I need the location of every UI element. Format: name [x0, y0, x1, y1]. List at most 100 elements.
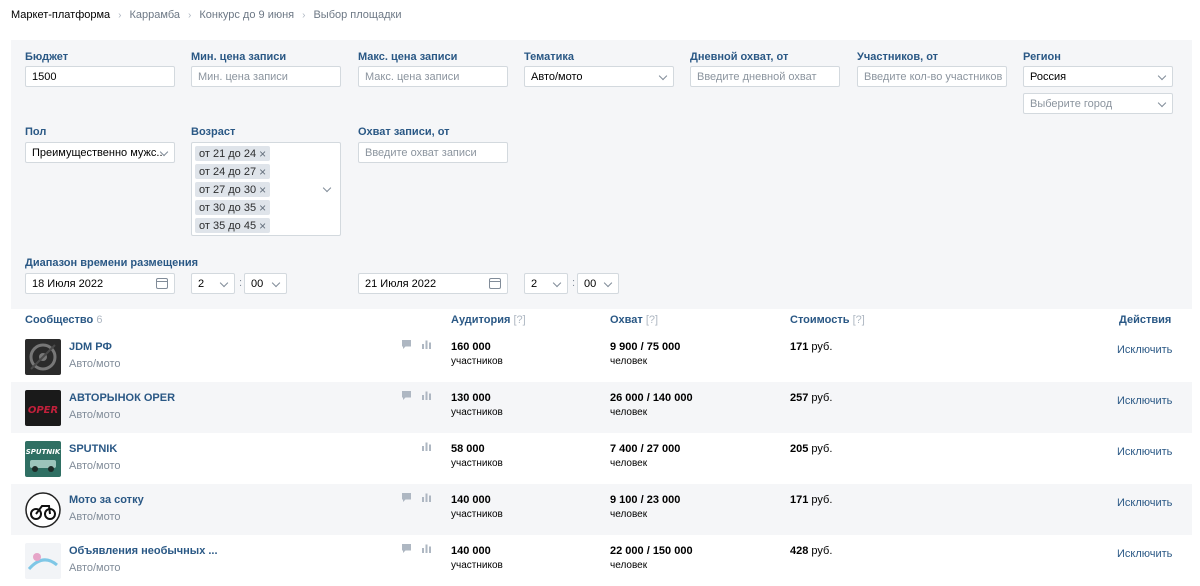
chevron-down-icon: [219, 278, 229, 288]
exclude-button[interactable]: Исключить: [1117, 497, 1172, 509]
age-tag[interactable]: от 30 до 35 ×: [195, 200, 271, 215]
breadcrumb-item-market[interactable]: Маркет-платформа: [11, 9, 110, 21]
comment-icon[interactable]: [401, 390, 412, 401]
community-avatar[interactable]: [25, 339, 61, 375]
reach-value: 26 000 / 140 000: [610, 392, 693, 404]
from-date-picker[interactable]: 18 Июля 2022: [25, 273, 175, 294]
cost-value: 428 руб.: [790, 545, 832, 557]
chevron-down-icon: [1157, 71, 1167, 81]
audience-unit: участников: [451, 560, 503, 571]
age-multiselect[interactable]: от 21 до 24 × от 24 до 27 × от 27 до 30 × о…: [191, 142, 341, 236]
audience-value: 140 000: [451, 545, 491, 557]
community-avatar[interactable]: [25, 492, 61, 528]
budget-input[interactable]: 1500: [25, 66, 175, 87]
help-icon[interactable]: [?]: [853, 314, 865, 326]
community-name-link[interactable]: JDM РФ: [69, 341, 112, 353]
audience-unit: участников: [451, 458, 503, 469]
gender-select[interactable]: Преимущественно мужс...: [25, 142, 175, 163]
exclude-button[interactable]: Исключить: [1117, 395, 1172, 407]
chevron-down-icon[interactable]: [322, 183, 332, 193]
to-minute-select[interactable]: 00: [577, 273, 619, 294]
community-avatar[interactable]: SPUTNIK: [25, 441, 61, 477]
age-tag[interactable]: от 24 до 27 ×: [195, 164, 271, 179]
close-icon[interactable]: ×: [259, 165, 266, 179]
close-icon[interactable]: ×: [259, 219, 266, 233]
help-icon[interactable]: [?]: [646, 314, 658, 326]
to-date-picker[interactable]: 21 Июля 2022: [358, 273, 508, 294]
age-tag[interactable]: от 27 до 30 ×: [195, 182, 271, 197]
min-price-label: Мин. цена записи: [191, 51, 287, 63]
column-actions: Действия: [1119, 314, 1172, 326]
max-price-label: Макс. цена записи: [358, 51, 458, 63]
comment-icon[interactable]: [401, 492, 412, 503]
avatar-logo-text: OPER: [28, 405, 58, 416]
to-minute-value: 00: [584, 277, 597, 290]
cost-amount: 428: [790, 545, 809, 557]
age-tag[interactable]: от 21 до 24 ×: [195, 146, 271, 161]
topic-select[interactable]: Авто/мото: [524, 66, 674, 87]
stats-icon[interactable]: [421, 492, 432, 503]
region-select-value: Россия: [1030, 70, 1067, 83]
exclude-button[interactable]: Исключить: [1117, 344, 1172, 356]
city-select[interactable]: Выберите город: [1023, 93, 1173, 114]
breadcrumb-item-current: Выбор площадки: [313, 9, 402, 21]
stats-icon[interactable]: [421, 441, 432, 452]
column-community-label: Сообщество: [25, 314, 94, 326]
community-name-link[interactable]: АВТОРЫНОК OPER: [69, 392, 175, 404]
age-tag-label: от 30 до 35: [199, 201, 257, 214]
community-name-link[interactable]: Мото за сотку: [69, 494, 144, 506]
close-icon[interactable]: ×: [259, 147, 266, 161]
exclude-button[interactable]: Исключить: [1117, 446, 1172, 458]
from-minute-select[interactable]: 00: [244, 273, 287, 294]
to-date-value: 21 Июля 2022: [365, 277, 437, 290]
community-avatar[interactable]: [25, 543, 61, 579]
column-community[interactable]: Сообщество 6: [25, 314, 102, 326]
cost-unit: руб.: [811, 341, 833, 353]
table-row: Объявления необычных ... Авто/мото 140 000…: [11, 535, 1192, 586]
chevron-down-icon: [552, 278, 562, 288]
comment-icon[interactable]: [401, 543, 412, 554]
to-hour-select[interactable]: 2: [524, 273, 568, 294]
daily-reach-input[interactable]: Введите дневной охват: [690, 66, 840, 87]
comment-icon[interactable]: [401, 339, 412, 350]
close-icon[interactable]: ×: [259, 201, 266, 215]
community-category: Авто/мото: [69, 460, 121, 472]
breadcrumb-item-project[interactable]: Каррамба: [130, 9, 180, 21]
breadcrumb-item-campaign[interactable]: Конкурс до 9 июня: [199, 9, 294, 21]
audience-value: 58 000: [451, 443, 485, 455]
close-icon[interactable]: ×: [259, 183, 266, 197]
time-range-label: Диапазон времени размещения: [25, 257, 199, 269]
from-hour-select[interactable]: 2: [191, 273, 235, 294]
min-price-input[interactable]: Мин. цена записи: [191, 66, 341, 87]
reach-value: 7 400 / 27 000: [610, 443, 681, 455]
city-select-placeholder: Выберите город: [1030, 97, 1113, 110]
post-reach-input[interactable]: Введите охват записи: [358, 142, 508, 163]
reach-value: 22 000 / 150 000: [610, 545, 693, 557]
column-reach[interactable]: Охват [?]: [610, 314, 658, 326]
stats-icon[interactable]: [421, 339, 432, 350]
time-separator: :: [572, 277, 576, 289]
stats-icon[interactable]: [421, 390, 432, 401]
column-audience[interactable]: Аудитория [?]: [451, 314, 526, 326]
region-select[interactable]: Россия: [1023, 66, 1173, 87]
community-name-link[interactable]: Объявления необычных ...: [69, 545, 218, 557]
table-row: OPER АВТОРЫНОК OPER Авто/мото 130 000 участн…: [11, 382, 1192, 433]
stats-icon[interactable]: [421, 543, 432, 554]
max-price-input[interactable]: Макс. цена записи: [358, 66, 508, 87]
members-input[interactable]: Введите кол-во участников: [857, 66, 1007, 87]
community-category: Авто/мото: [69, 562, 121, 574]
gender-label: Пол: [25, 126, 47, 138]
table-row: Мото за сотку Авто/мото 140 000 участников 9…: [11, 484, 1192, 535]
community-category: Авто/мото: [69, 511, 121, 523]
audience-value: 130 000: [451, 392, 491, 404]
audience-value: 160 000: [451, 341, 491, 353]
age-tag-label: от 27 до 30: [199, 183, 257, 196]
members-label: Участников, от: [857, 51, 939, 63]
community-name-link[interactable]: SPUTNIK: [69, 443, 117, 455]
help-icon[interactable]: [?]: [513, 314, 525, 326]
column-cost[interactable]: Стоимость [?]: [790, 314, 865, 326]
region-label: Регион: [1023, 51, 1061, 63]
community-avatar[interactable]: OPER: [25, 390, 61, 426]
age-tag[interactable]: от 35 до 45 ×: [195, 218, 271, 233]
exclude-button[interactable]: Исключить: [1117, 548, 1172, 560]
